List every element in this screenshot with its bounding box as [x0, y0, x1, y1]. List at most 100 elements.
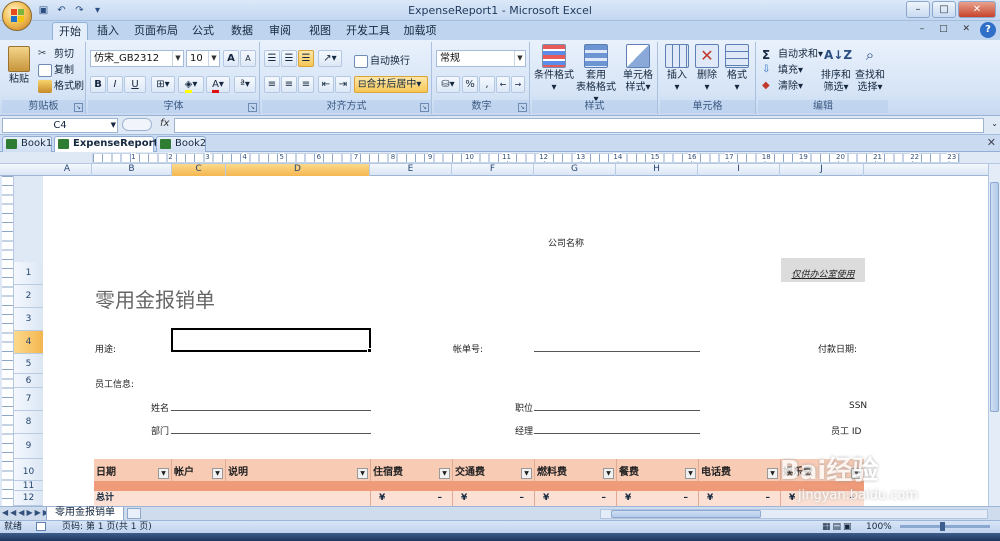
- filter-dropdown-icon[interactable]: ▼: [685, 468, 696, 479]
- column-header-g[interactable]: G: [534, 164, 616, 176]
- statement-input-line[interactable]: [534, 351, 700, 352]
- font-size-combo[interactable]: 10 ▼: [186, 50, 220, 67]
- autosum-button[interactable]: Σ 自动求和▾: [762, 45, 823, 62]
- align-middle-button[interactable]: ☰: [281, 50, 297, 67]
- row-header-5[interactable]: 5: [14, 354, 43, 374]
- orientation-button[interactable]: ↗▾: [318, 50, 342, 67]
- decrease-indent-button[interactable]: ⇤: [318, 76, 334, 93]
- row-header-6[interactable]: 6: [14, 374, 43, 388]
- employee-id-label[interactable]: 员工 ID: [831, 424, 861, 437]
- workbook-tab-book1[interactable]: Book1: [2, 136, 52, 152]
- workbook-tab-book2[interactable]: Book2: [156, 136, 206, 152]
- total-meals[interactable]: ¥ –: [617, 491, 699, 506]
- zoom-level[interactable]: 100%: [866, 521, 892, 533]
- underline-button[interactable]: U: [124, 76, 146, 93]
- phonetic-button[interactable]: ª▾: [234, 76, 256, 93]
- font-launcher-icon[interactable]: ↘: [248, 103, 257, 112]
- insert-cells-button[interactable]: 插入 ▾: [662, 44, 692, 94]
- ssn-label[interactable]: SSN: [849, 401, 867, 411]
- row-header-1[interactable]: 1: [14, 262, 43, 285]
- filter-dropdown-icon[interactable]: ▼: [357, 468, 368, 479]
- header-transport[interactable]: 交通费 ▼: [453, 459, 535, 481]
- row-header-12[interactable]: 12: [14, 491, 43, 506]
- name-box[interactable]: C4 ▼: [2, 118, 118, 133]
- header-fuel[interactable]: 燃料费 ▼: [535, 459, 617, 481]
- align-bottom-button[interactable]: ☰: [298, 50, 314, 67]
- paste-button[interactable]: 粘贴: [4, 46, 34, 86]
- row-header-11[interactable]: 11: [14, 481, 43, 491]
- table-band-row[interactable]: [94, 481, 864, 491]
- sort-filter-button[interactable]: A↓Z 排序和 筛选▾: [820, 44, 852, 94]
- comma-button[interactable]: ,: [479, 76, 495, 93]
- tab-review[interactable]: 审阅: [264, 22, 296, 40]
- company-name[interactable]: 公司名称: [548, 236, 584, 249]
- filter-dropdown-icon[interactable]: ▼: [158, 468, 169, 479]
- office-use-box[interactable]: 仅供办公室使用: [781, 258, 865, 282]
- total-lodging[interactable]: ¥ –: [371, 491, 453, 506]
- selected-cell-c4[interactable]: [171, 328, 372, 353]
- workbook-tab-expensereport1[interactable]: ExpenseReport1 *: [54, 136, 165, 163]
- tab-addins[interactable]: 加载项: [400, 22, 440, 40]
- alignment-launcher-icon[interactable]: ↘: [420, 103, 429, 112]
- row-header-2[interactable]: 2: [14, 285, 43, 308]
- macro-record-icon[interactable]: [36, 522, 46, 531]
- column-header-e[interactable]: E: [370, 164, 452, 176]
- row-header-4[interactable]: 4: [14, 331, 43, 354]
- position-input-line[interactable]: [534, 410, 700, 411]
- total-label[interactable]: 总计: [94, 491, 371, 506]
- decrease-decimal-button[interactable]: →: [511, 76, 525, 93]
- row-header-9[interactable]: 9: [14, 434, 43, 459]
- office-button[interactable]: [2, 1, 32, 31]
- header-account[interactable]: 帐户 ▼: [172, 459, 226, 481]
- employee-info-label[interactable]: 员工信息:: [95, 377, 134, 390]
- formula-input[interactable]: [174, 118, 984, 133]
- column-header-a[interactable]: A: [43, 164, 92, 176]
- align-center-button[interactable]: ≡: [281, 76, 297, 93]
- find-select-button[interactable]: ⌕ 查找和 选择▾: [854, 44, 886, 94]
- tab-formulas[interactable]: 公式: [187, 22, 219, 40]
- vertical-scroll-thumb[interactable]: [990, 182, 999, 412]
- align-right-button[interactable]: ≡: [298, 76, 314, 93]
- purpose-label[interactable]: 用途:: [95, 342, 116, 355]
- close-button[interactable]: ✕: [958, 1, 996, 18]
- workbook-window-controls[interactable]: – □ ✕: [920, 24, 976, 34]
- header-lodging[interactable]: 住宿费 ▼: [371, 459, 453, 481]
- tab-home[interactable]: 开始: [52, 22, 88, 40]
- header-date[interactable]: 日期 ▼: [94, 459, 172, 481]
- merge-center-button[interactable]: ⊟合并后居中▾: [354, 76, 428, 93]
- format-painter-button[interactable]: 格式刷: [38, 77, 84, 93]
- insert-sheet-icon[interactable]: [127, 508, 141, 519]
- increase-decimal-button[interactable]: ←: [496, 76, 510, 93]
- zoom-slider-knob[interactable]: [940, 522, 945, 531]
- column-header-b[interactable]: B: [92, 164, 172, 176]
- insert-function-button[interactable]: fx: [160, 118, 169, 129]
- horizontal-scrollbar[interactable]: [600, 509, 988, 519]
- column-header-i[interactable]: I: [698, 164, 780, 176]
- grow-font-button[interactable]: A: [223, 50, 239, 67]
- wrap-text-button[interactable]: 自动换行: [354, 52, 410, 68]
- fill-button[interactable]: ⇩ 填充▾: [762, 61, 803, 77]
- cell-styles-button[interactable]: 单元格 样式▾: [618, 44, 658, 94]
- manager-label[interactable]: 经理: [515, 424, 533, 437]
- delete-cells-button[interactable]: ✕ 删除 ▾: [692, 44, 722, 94]
- column-header-f[interactable]: F: [452, 164, 534, 176]
- header-meals[interactable]: 餐费 ▼: [617, 459, 699, 481]
- tab-insert[interactable]: 插入: [92, 22, 124, 40]
- filter-dropdown-icon[interactable]: ▼: [212, 468, 223, 479]
- column-header-h[interactable]: H: [616, 164, 698, 176]
- column-header-c[interactable]: C: [172, 164, 226, 176]
- sheet-navigation-icon[interactable]: ◀◀◀▶▶▶: [2, 508, 51, 517]
- font-name-combo[interactable]: 仿宋_GB2312 ▼: [90, 50, 184, 67]
- row-header-7[interactable]: 7: [14, 388, 43, 411]
- sheet-tab-expense[interactable]: 零用金报销单: [46, 507, 124, 521]
- total-phone[interactable]: ¥ –: [699, 491, 781, 506]
- currency-button[interactable]: ⛁▾: [436, 76, 460, 93]
- italic-button[interactable]: I: [107, 76, 123, 93]
- pay-date-label[interactable]: 付款日期:: [818, 342, 857, 355]
- column-header-d[interactable]: D: [226, 164, 370, 176]
- format-cells-button[interactable]: 格式 ▾: [722, 44, 752, 94]
- filter-dropdown-icon[interactable]: ▼: [603, 468, 614, 479]
- statement-label[interactable]: 帐单号:: [453, 342, 483, 355]
- filter-dropdown-icon[interactable]: ▼: [521, 468, 532, 479]
- fill-color-button[interactable]: ◈▾: [178, 76, 204, 93]
